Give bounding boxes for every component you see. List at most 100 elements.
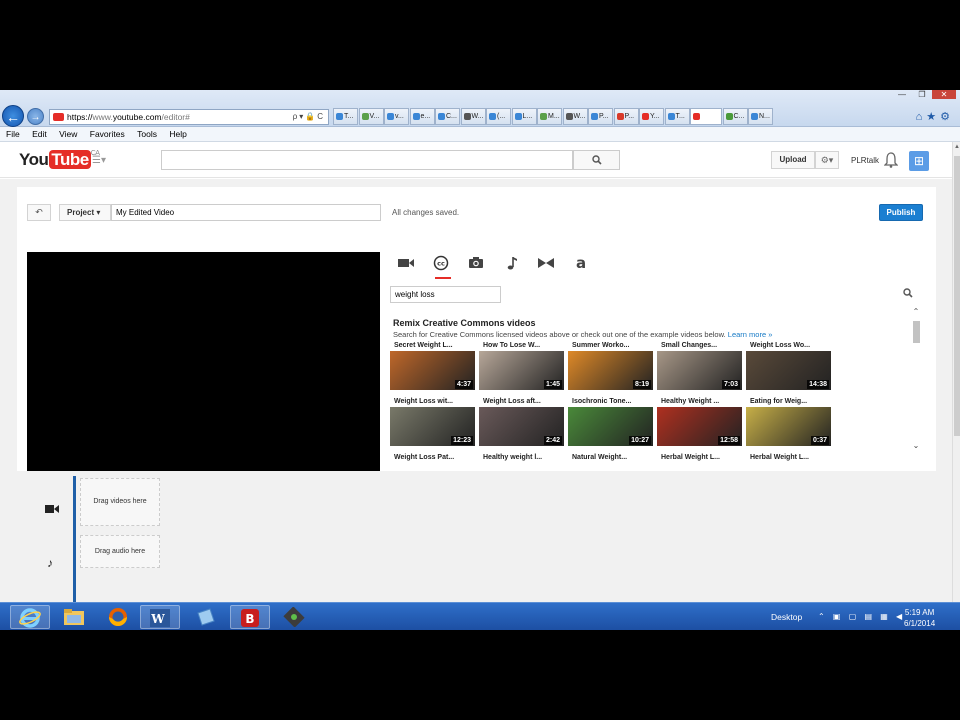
cc-video-thumbnail[interactable]: 8:19 Summer Worko... — [568, 340, 653, 390]
cc-video-thumbnail[interactable]: 12:23 Weight Loss wit... — [390, 396, 475, 446]
video-camera-icon[interactable] — [397, 254, 415, 272]
browser-tab[interactable]: L... — [511, 108, 537, 125]
browser-tab[interactable]: W... — [562, 108, 588, 125]
music-note-icon: ♪ — [47, 556, 53, 570]
text-icon[interactable]: a — [572, 254, 590, 272]
minimize-button[interactable]: — — [892, 90, 912, 99]
cc-video-thumbnail[interactable]: Natural Weight... — [568, 452, 653, 471]
youtube-logo[interactable]: You Tube CA — [19, 150, 100, 170]
browser-tab[interactable]: T... — [333, 108, 358, 125]
project-title-input[interactable]: My Edited Video — [111, 204, 381, 221]
user-name[interactable]: PLRtalk — [851, 156, 879, 165]
menu-help[interactable]: Help — [169, 129, 186, 139]
chevron-up-icon[interactable]: ⌃ — [911, 307, 921, 316]
cc-icon[interactable]: cc — [432, 254, 450, 272]
cc-video-thumbnail[interactable]: 7:03 Small Changes... — [657, 340, 742, 390]
browser-tab[interactable]: W... — [460, 108, 486, 125]
cc-search-input[interactable]: weight loss — [390, 286, 501, 303]
menu-file[interactable]: File — [6, 129, 20, 139]
taskbar-app-tool[interactable] — [274, 605, 314, 629]
settings-button[interactable]: ⚙▾ — [815, 151, 839, 169]
browser-tab[interactable]: M... — [537, 108, 562, 125]
upload-button[interactable]: Upload — [771, 151, 815, 169]
browser-tab[interactable]: v... — [384, 108, 409, 125]
cc-video-thumbnail[interactable]: Weight Loss Pat... — [390, 452, 475, 471]
thumbnail-image: 12:23 — [390, 406, 475, 446]
video-preview[interactable] — [27, 252, 380, 471]
photo-camera-icon[interactable] — [467, 254, 485, 272]
browser-tab[interactable] — [690, 108, 722, 125]
page-scrollbar[interactable]: ▲ — [952, 142, 960, 602]
search-button[interactable] — [573, 150, 620, 170]
transitions-icon[interactable] — [537, 254, 555, 272]
taskbar-ie[interactable] — [10, 605, 50, 629]
browser-tab[interactable]: (... — [486, 108, 511, 125]
tab-favicon-icon — [412, 113, 420, 120]
project-dropdown[interactable]: Project ▾ — [59, 204, 111, 221]
browser-tab[interactable]: P... — [613, 108, 639, 125]
audio-drop-zone[interactable]: Drag audio here — [80, 535, 160, 568]
menu-tools[interactable]: Tools — [137, 129, 157, 139]
menu-edit[interactable]: Edit — [32, 129, 47, 139]
guide-menu-icon[interactable]: ☰▾ — [92, 155, 106, 166]
clock[interactable]: 5:19 AM 6/1/2014 — [904, 607, 935, 629]
cc-video-thumbnail[interactable]: Herbal Weight L... — [657, 452, 742, 471]
close-button[interactable]: ✕ — [932, 90, 956, 99]
cc-video-thumbnail[interactable]: Healthy weight l... — [479, 452, 564, 471]
browser-tab[interactable]: C... — [722, 108, 748, 125]
cc-video-thumbnail[interactable]: 14:38 Weight Loss Wo... — [746, 340, 831, 390]
cc-video-thumbnail[interactable]: 10:27 Isochronic Tone... — [568, 396, 653, 446]
search-input[interactable] — [161, 150, 573, 170]
youtube-header: You Tube CA ☰▾ Upload ⚙▾ PLRtalk ⊞ — [0, 142, 952, 178]
folder-icon — [64, 609, 84, 625]
thumbnail-title: Herbal Weight L... — [746, 452, 831, 463]
cc-video-thumbnail[interactable]: 0:37 Eating for Weig... — [746, 396, 831, 446]
browser-tab[interactable]: e... — [409, 108, 435, 125]
chevron-down-icon: ▾ — [96, 208, 101, 217]
restore-button[interactable]: ❐ — [912, 90, 932, 99]
cc-scrollbar[interactable]: ⌃ ⌄ — [911, 307, 921, 457]
browser-tab-label: (... — [497, 113, 506, 120]
browser-tab[interactable]: V... — [358, 108, 384, 125]
scroll-up-arrow-icon[interactable]: ▲ — [953, 144, 960, 150]
chevron-down-icon[interactable]: ⌄ — [911, 441, 921, 450]
browser-tab[interactable]: C... — [435, 108, 460, 125]
bell-icon[interactable] — [884, 152, 898, 168]
page-scrollbar-thumb[interactable] — [954, 156, 960, 436]
cc-scrollbar-thumb[interactable] — [913, 321, 920, 343]
music-note-icon[interactable] — [502, 254, 520, 272]
desktop-toolbar-label[interactable]: Desktop — [771, 612, 802, 622]
browser-tab-label: T... — [675, 113, 685, 120]
learn-more-link[interactable]: Learn more » — [728, 330, 773, 339]
address-tools-icons[interactable]: ρ▾🔒C — [293, 110, 325, 124]
back-button[interactable]: ← — [2, 105, 24, 127]
taskbar-bandicam[interactable]: B — [230, 605, 270, 629]
taskbar-word[interactable]: W — [140, 605, 180, 629]
cc-video-thumbnail[interactable]: 12:58 Healthy Weight ... — [657, 396, 742, 446]
taskbar-firefox[interactable] — [98, 605, 138, 629]
cc-video-thumbnail[interactable]: Herbal Weight L... — [746, 452, 831, 471]
browser-tab[interactable]: P... — [588, 108, 613, 125]
browser-tools-icons[interactable]: ⌂★⚙ — [916, 110, 954, 123]
browser-tab[interactable]: Y... — [639, 108, 664, 125]
menu-favorites[interactable]: Favorites — [90, 129, 125, 139]
cc-video-thumbnail[interactable]: 2:42 Weight Loss aft... — [479, 396, 564, 446]
search-icon[interactable] — [903, 288, 913, 298]
browser-tab[interactable]: T... — [664, 108, 690, 125]
publish-button[interactable]: Publish — [879, 204, 923, 221]
system-tray-icons[interactable]: ⌃ ▣ ▢ ▤ ▦ ◀ — [818, 612, 905, 621]
video-drop-zone[interactable]: Drag videos here — [80, 478, 160, 526]
address-bar[interactable]: https://www.youtube.com/editor# ρ▾🔒C — [49, 109, 329, 125]
playhead[interactable] — [73, 476, 76, 605]
cc-video-thumbnail[interactable]: 4:37 Secret Weight L... — [390, 340, 475, 390]
logo-tube: Tube — [49, 150, 91, 169]
cc-video-thumbnail[interactable]: 1:45 How To Lose W... — [479, 340, 564, 390]
undo-button[interactable]: ↶ — [27, 204, 51, 221]
taskbar-app-cube[interactable] — [186, 605, 226, 629]
thumbnail-duration: 4:37 — [454, 380, 473, 389]
forward-button[interactable]: → — [27, 108, 44, 125]
menu-view[interactable]: View — [59, 129, 77, 139]
taskbar-file-explorer[interactable] — [54, 605, 94, 629]
account-avatar[interactable]: ⊞ — [909, 151, 929, 171]
browser-tab[interactable]: N... — [748, 108, 773, 125]
